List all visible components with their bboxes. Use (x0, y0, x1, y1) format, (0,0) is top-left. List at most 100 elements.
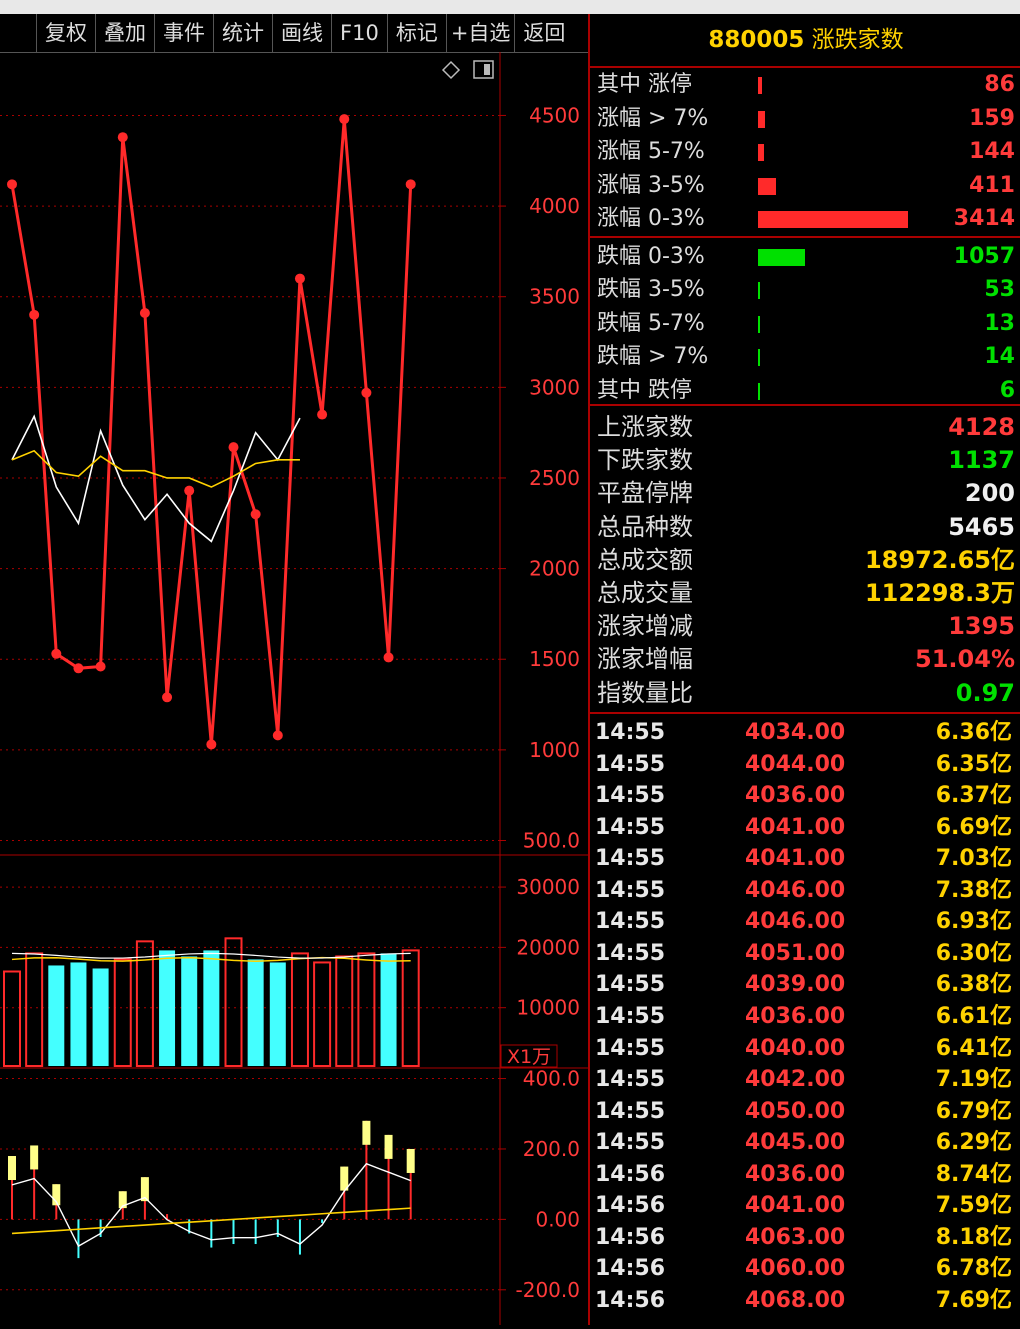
y-tick-label: -200.0 (516, 1278, 580, 1302)
tick-time: 14:55 (595, 814, 666, 840)
breadth-value: 6 (999, 377, 1015, 403)
tick-row[interactable]: 14:56 4063.00 8.18亿 (590, 1222, 1020, 1253)
tick-time: 14:56 (595, 1287, 666, 1313)
tick-row[interactable]: 14:55 4050.00 6.79亿 (590, 1096, 1020, 1127)
panel-separator (590, 404, 1020, 406)
down-count-bar (758, 282, 760, 299)
volume-bar-down (181, 956, 198, 1066)
breadth-line (10, 118, 413, 745)
restore-rights-button[interactable]: 复权 (36, 14, 96, 52)
tick-row[interactable]: 14:55 4044.00 6.35亿 (590, 749, 1020, 780)
tick-amount: 6.29亿 (935, 1130, 1012, 1156)
statistics-button[interactable]: 统计 (214, 14, 273, 52)
data-point (339, 114, 350, 125)
tick-amount: 7.69亿 (935, 1287, 1012, 1313)
macd-candle (406, 1148, 415, 1173)
chart-canvas[interactable]: 4500 4000 3500 3000 2500 2000 1500 1000 500.0 30… (0, 52, 590, 1325)
up-count-bar (758, 110, 765, 128)
data-point (73, 663, 84, 674)
breadth-row: 涨幅 > 7% 159 (590, 102, 1020, 135)
tick-row[interactable]: 14:55 4042.00 7.19亿 (590, 1064, 1020, 1095)
index-code: 880005 (708, 27, 805, 53)
data-point (317, 409, 328, 420)
tick-row[interactable]: 14:55 4051.00 6.30亿 (590, 938, 1020, 969)
tick-time: 14:55 (595, 1035, 666, 1061)
tick-amount: 6.93亿 (935, 909, 1012, 935)
data-point (95, 661, 106, 672)
volume-bar-up (401, 949, 420, 1067)
y-tick-label: 2000 (529, 557, 580, 581)
down-count-bar (758, 382, 760, 400)
tick-amount: 7.59亿 (935, 1193, 1012, 1219)
volume-bar-up (224, 937, 243, 1067)
breadth-row: 涨幅 5-7% 144 (590, 135, 1020, 168)
chart-area[interactable]: 4500 4000 3500 3000 2500 2000 1500 1000 500.0 30… (0, 52, 590, 1325)
breadth-row: 涨幅 0-3% 3414 (590, 202, 1020, 235)
breadth-value: 53 (984, 277, 1015, 302)
tick-time: 14:55 (595, 1130, 666, 1156)
panel-toggle-icon-fill (484, 64, 490, 75)
tick-row[interactable]: 14:56 4041.00 7.59亿 (590, 1190, 1020, 1221)
data-point (51, 648, 62, 659)
tick-row[interactable]: 14:55 4046.00 7.38亿 (590, 875, 1020, 906)
back-button[interactable]: 返回 (515, 14, 573, 52)
tick-time: 14:56 (595, 1256, 666, 1282)
tick-row[interactable]: 14:55 4036.00 6.61亿 (590, 1001, 1020, 1032)
tick-row[interactable]: 14:55 4034.00 6.36亿 (590, 717, 1020, 748)
tick-row[interactable]: 14:55 4041.00 7.03亿 (590, 843, 1020, 874)
y-tick-label: 30000 (516, 875, 580, 899)
y-tick-label: 4000 (529, 194, 580, 218)
tick-row[interactable]: 14:55 4039.00 6.38亿 (590, 969, 1020, 1000)
tick-amount: 6.61亿 (935, 1003, 1012, 1029)
chart-toolbar: 复权 叠加 事件 统计 画线 F10 标记 +自选 返回 (0, 14, 590, 53)
breadth-label: 涨幅 3-5% (597, 172, 705, 198)
breadth-row: 跌幅 3-5% 53 (590, 273, 1020, 306)
tick-row[interactable]: 14:56 4068.00 7.69亿 (590, 1285, 1020, 1316)
breadth-label: 跌幅 5-7% (597, 310, 705, 336)
volume-bar-down (247, 959, 264, 1066)
volume-bar-down (70, 962, 87, 1066)
y-tick-label: 200.0 (523, 1137, 580, 1161)
volume-bar-down (159, 950, 176, 1066)
stat-row: 下跌家数 1137 (590, 444, 1020, 477)
breadth-value: 13 (984, 310, 1015, 336)
volume-bar-down (92, 968, 109, 1066)
breadth-row: 跌幅 > 7% 14 (590, 340, 1020, 373)
tick-row[interactable]: 14:55 4046.00 6.93亿 (590, 906, 1020, 937)
macd-candle (384, 1134, 393, 1159)
y-tick-label: 0.00 (535, 1207, 580, 1231)
tick-price: 4041.00 (745, 1193, 846, 1219)
overlay-button[interactable]: 叠加 (96, 14, 155, 52)
tick-row[interactable]: 14:56 4060.00 6.78亿 (590, 1253, 1020, 1284)
tick-price: 4045.00 (745, 1130, 846, 1156)
tick-amount: 6.78亿 (935, 1256, 1012, 1282)
tick-time: 14:55 (595, 1003, 666, 1029)
tick-row[interactable]: 14:55 4040.00 6.41亿 (590, 1033, 1020, 1064)
main-line-chart: 4500 4000 3500 3000 2500 2000 1500 1000 500.0 (0, 103, 580, 852)
draw-line-button[interactable]: 画线 (273, 14, 332, 52)
y-tick-label: 2500 (529, 466, 580, 490)
breadth-value: 144 (969, 139, 1015, 164)
stat-row: 涨家增减 1395 (590, 610, 1020, 643)
tick-price: 4036.00 (745, 1003, 846, 1029)
tick-amount: 6.69亿 (935, 814, 1012, 840)
tick-row[interactable]: 14:55 4041.00 6.69亿 (590, 812, 1020, 843)
volume-bar-up (290, 952, 309, 1067)
tick-amount: 6.35亿 (935, 751, 1012, 777)
tick-amount: 6.30亿 (935, 940, 1012, 966)
data-point (139, 308, 150, 319)
mark-button[interactable]: 标记 (388, 14, 447, 52)
panel-separator (590, 712, 1020, 714)
index-name: 涨跌家数 (811, 27, 904, 53)
events-button[interactable]: 事件 (155, 14, 214, 52)
tick-row[interactable]: 14:55 4045.00 6.29亿 (590, 1127, 1020, 1158)
stat-label: 指数量比 (597, 678, 693, 707)
window-top-strip (0, 0, 1020, 14)
tick-time: 14:55 (595, 1098, 666, 1124)
f10-button[interactable]: F10 (332, 14, 388, 52)
macd-candle (8, 1156, 16, 1181)
tick-row[interactable]: 14:56 4036.00 8.74亿 (590, 1159, 1020, 1190)
add-watchlist-button[interactable]: +自选 (447, 14, 516, 52)
tick-row[interactable]: 14:55 4036.00 6.37亿 (590, 780, 1020, 811)
y-tick-label: 20000 (516, 935, 580, 959)
